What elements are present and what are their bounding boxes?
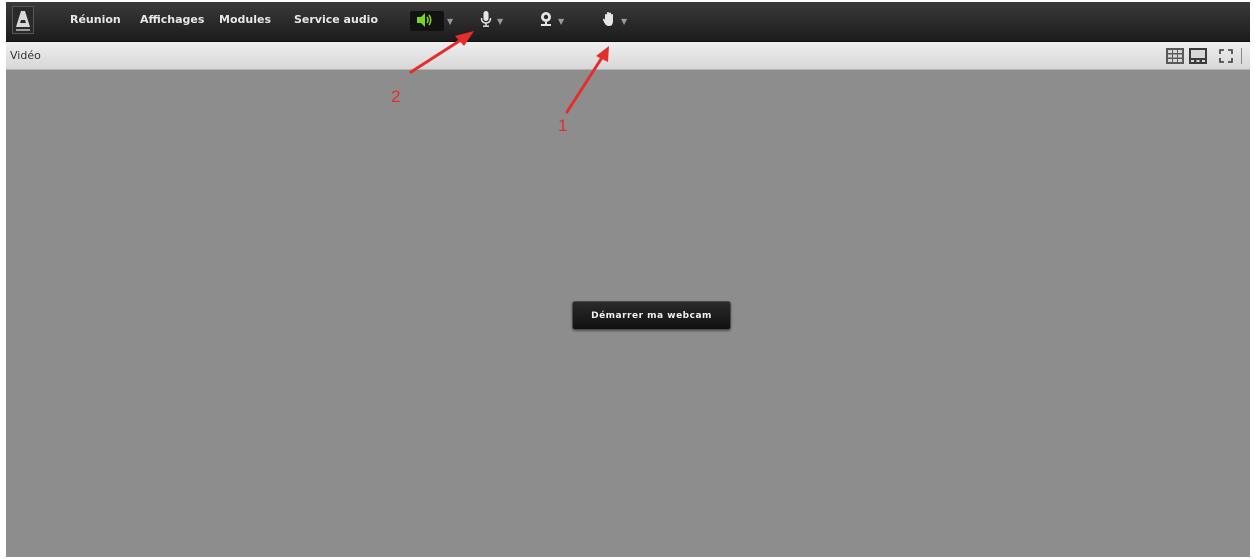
speaker-icon	[416, 12, 434, 31]
chevron-down-icon: ▼	[558, 16, 565, 26]
start-webcam-button[interactable]: Démarrer ma webcam	[572, 301, 731, 330]
annotation-label-2: 2	[391, 87, 401, 106]
header-divider	[1241, 48, 1242, 64]
menu-modules[interactable]: Modules	[219, 13, 271, 26]
chevron-down-icon: ▼	[621, 16, 628, 26]
chevron-down-icon: ▼	[497, 16, 504, 26]
speaker-button[interactable]	[416, 10, 434, 32]
webcam-button[interactable]: ▼	[539, 10, 564, 32]
grid-view-icon[interactable]	[1166, 48, 1184, 64]
annotation-label-1: 1	[558, 116, 568, 135]
meeting-window: Réunion Affichages Modules Service audio…	[6, 2, 1250, 557]
status-button[interactable]: ▼	[602, 10, 627, 32]
filmstrip-view-icon[interactable]	[1189, 48, 1207, 64]
adobe-logo-icon[interactable]	[12, 6, 34, 34]
speaker-dropdown[interactable]: ▼	[442, 10, 453, 32]
chevron-down-icon: ▼	[447, 16, 454, 26]
webcam-icon	[539, 11, 553, 31]
microphone-icon	[480, 11, 492, 31]
menu-service-audio[interactable]: Service audio	[294, 13, 378, 26]
video-area: Démarrer ma webcam	[6, 70, 1250, 557]
fullscreen-icon[interactable]	[1218, 48, 1234, 64]
video-pod-header: Vidéo	[6, 42, 1250, 70]
raise-hand-icon	[602, 11, 616, 31]
microphone-button[interactable]: ▼	[480, 10, 503, 32]
menu-reunion[interactable]: Réunion	[70, 13, 121, 26]
pod-title: Vidéo	[10, 49, 41, 62]
menu-affichages[interactable]: Affichages	[140, 13, 204, 26]
menubar: Réunion Affichages Modules Service audio…	[6, 2, 1250, 42]
